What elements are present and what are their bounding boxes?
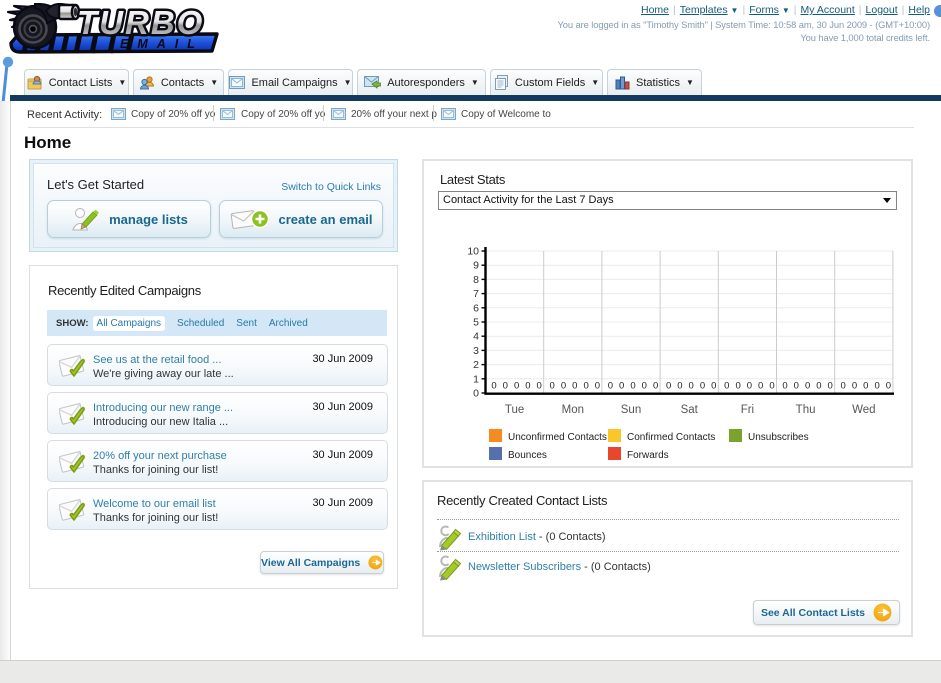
svg-text:9: 9 xyxy=(473,260,479,272)
svg-text:Fri: Fri xyxy=(741,404,754,416)
svg-text:0: 0 xyxy=(794,381,799,392)
svg-text:0: 0 xyxy=(653,381,658,392)
svg-text:Mon: Mon xyxy=(562,404,584,416)
svg-text:0: 0 xyxy=(525,381,530,392)
svg-text:0: 0 xyxy=(782,381,787,392)
svg-text:Tue: Tue xyxy=(505,404,524,416)
svg-text:Thu: Thu xyxy=(796,404,816,416)
svg-text:Sun: Sun xyxy=(621,404,641,416)
svg-text:0: 0 xyxy=(769,381,774,392)
svg-text:0: 0 xyxy=(537,381,542,392)
svg-text:4: 4 xyxy=(473,331,479,343)
svg-text:0: 0 xyxy=(630,381,635,392)
svg-text:0: 0 xyxy=(677,381,682,392)
svg-text:Bounces: Bounces xyxy=(508,450,547,461)
svg-text:0: 0 xyxy=(473,388,479,400)
svg-text:0: 0 xyxy=(583,381,588,392)
svg-text:0: 0 xyxy=(828,381,833,392)
svg-text:0: 0 xyxy=(619,381,624,392)
svg-text:0: 0 xyxy=(863,381,868,392)
svg-text:TURBO: TURBO xyxy=(77,4,204,41)
svg-text:1: 1 xyxy=(473,373,479,385)
svg-text:0: 0 xyxy=(874,381,879,392)
svg-text:0: 0 xyxy=(550,381,555,392)
svg-text:Unconfirmed Contacts: Unconfirmed Contacts xyxy=(508,432,607,443)
svg-text:0: 0 xyxy=(805,381,810,392)
svg-text:7: 7 xyxy=(473,288,479,300)
svg-text:10: 10 xyxy=(467,246,479,258)
svg-text:0: 0 xyxy=(735,381,740,392)
svg-text:0: 0 xyxy=(711,381,716,392)
svg-text:0: 0 xyxy=(642,381,647,392)
svg-text:0: 0 xyxy=(816,381,821,392)
svg-text:Wed: Wed xyxy=(852,404,875,416)
svg-text:0: 0 xyxy=(491,381,496,392)
svg-text:0: 0 xyxy=(758,381,763,392)
svg-text:Confirmed Contacts: Confirmed Contacts xyxy=(627,432,715,443)
svg-text:0: 0 xyxy=(572,381,577,392)
svg-text:0: 0 xyxy=(595,381,600,392)
svg-text:0: 0 xyxy=(886,381,891,392)
svg-text:2: 2 xyxy=(473,359,479,371)
svg-text:0: 0 xyxy=(689,381,694,392)
svg-text:0: 0 xyxy=(852,381,857,392)
svg-text:0: 0 xyxy=(700,381,705,392)
svg-text:Forwards: Forwards xyxy=(627,450,669,461)
svg-text:0: 0 xyxy=(841,381,846,392)
svg-text:0: 0 xyxy=(747,381,752,392)
svg-text:6: 6 xyxy=(473,302,479,314)
svg-text:8: 8 xyxy=(473,274,479,286)
svg-text:Sat: Sat xyxy=(681,404,699,416)
svg-text:0: 0 xyxy=(608,381,613,392)
svg-text:0: 0 xyxy=(503,381,508,392)
svg-text:0: 0 xyxy=(561,381,566,392)
svg-text:0: 0 xyxy=(514,381,519,392)
svg-text:Unsubscribes: Unsubscribes xyxy=(748,432,809,443)
svg-text:3: 3 xyxy=(473,345,479,357)
svg-text:0: 0 xyxy=(724,381,729,392)
svg-text:5: 5 xyxy=(473,317,479,329)
svg-text:0: 0 xyxy=(666,381,671,392)
